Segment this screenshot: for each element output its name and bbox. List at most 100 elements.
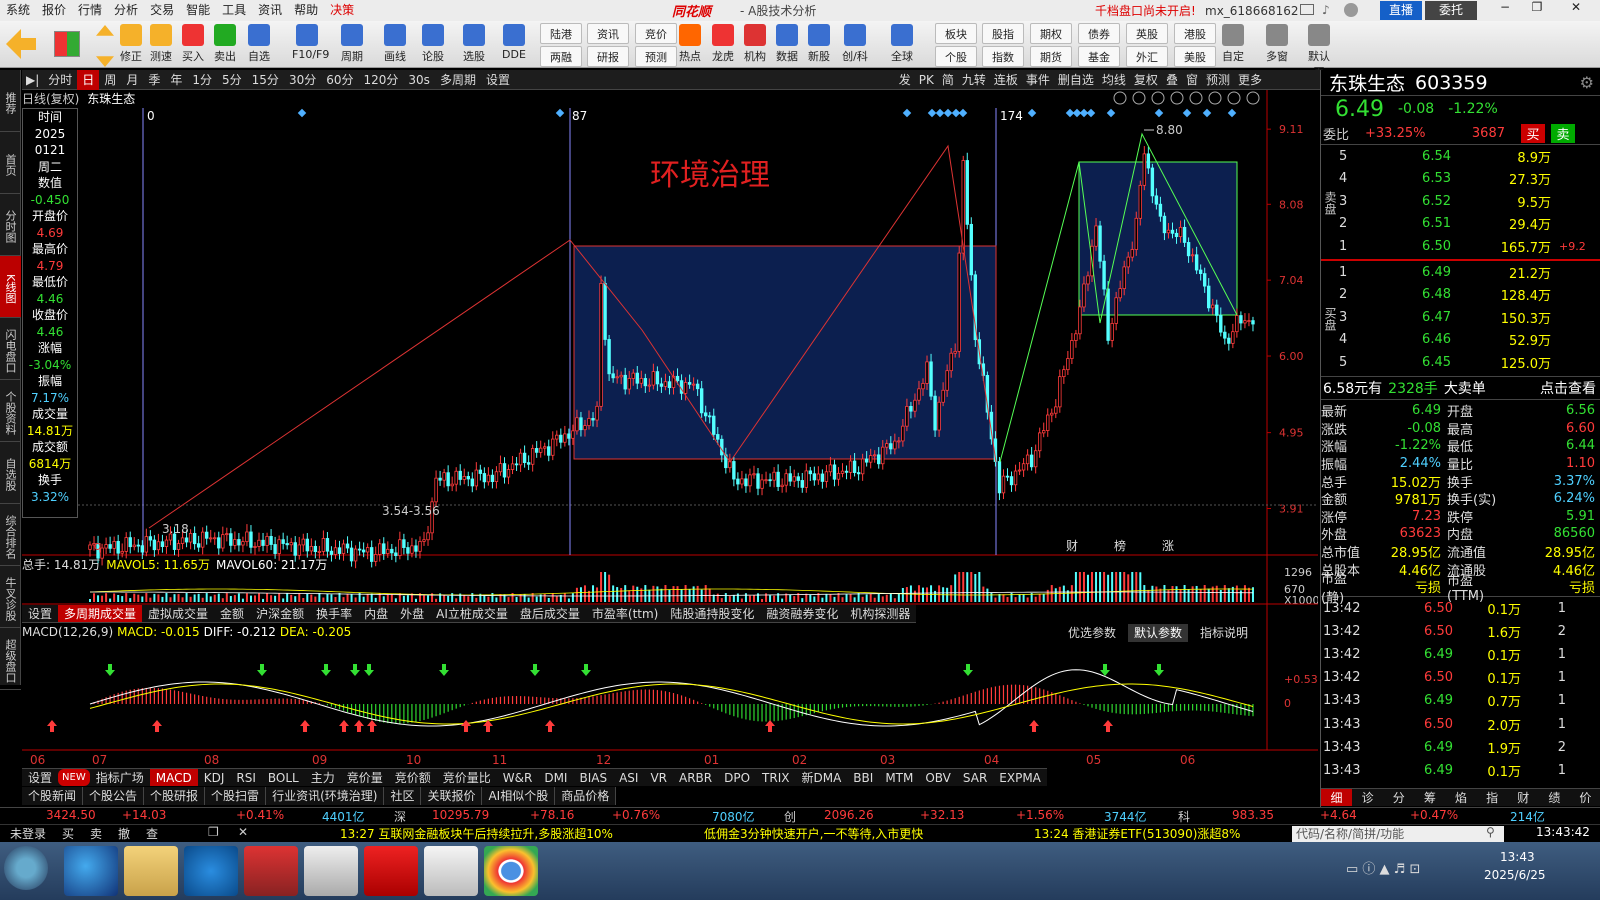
menu-item[interactable]: 交易 [144,0,180,21]
bottom-tab[interactable]: 个股研报 [144,787,206,805]
period-tab[interactable]: 分时 [43,70,77,90]
toolbar-grid-button[interactable]: 债券 [1078,23,1120,44]
left-nav-item[interactable]: K线图 [0,256,21,318]
toolbar-button[interactable]: 论股 [418,23,448,67]
chart-tool-button[interactable]: 简 [938,70,958,90]
close-button[interactable]: ✕ [1556,0,1596,21]
period-tab[interactable]: 15分 [247,70,284,90]
play-icon[interactable]: ▶| [22,73,43,87]
chart-tool-button[interactable]: 均线 [1098,70,1130,90]
account-name[interactable]: mx_618668162 [1205,4,1299,18]
indicator-tab[interactable]: 外盘 [394,605,430,622]
menu-item[interactable]: 工具 [216,0,252,21]
chart-tool-button[interactable]: 窗 [1182,70,1202,90]
left-nav-item[interactable]: 首页 [0,132,21,194]
indicator-button[interactable]: ASI [613,769,644,786]
toolbar-button[interactable]: 买入 [178,23,208,67]
toolbar-button[interactable]: DDE [499,23,529,67]
tray-icons[interactable]: ▭ ⓘ ▲ ♬ ⊡ [1346,858,1420,877]
bottom-tab[interactable]: 个股公告 [83,787,145,805]
period-tab[interactable]: 60分 [321,70,358,90]
period-tab[interactable]: 日 [77,69,100,90]
indicator-button[interactable]: BOLL [262,769,305,786]
indicator-tab[interactable]: 多周期成交量 [58,605,143,622]
user-icon[interactable] [1344,3,1358,17]
left-nav-item[interactable]: 牛叉诊股 [0,566,21,628]
ie-icon[interactable] [64,846,118,896]
left-nav-item[interactable]: 自选股 [0,442,21,504]
toolbar-button[interactable]: 画线 [380,23,410,67]
order-book-row[interactable]: 1 6.49 21.2万 [1339,261,1599,284]
chart-tool-button[interactable]: 九转 [958,70,990,90]
settings-gear-icon[interactable]: ⚙ [1580,73,1594,92]
menu-item[interactable]: 资讯 [252,0,288,21]
toolbar-grid-button[interactable]: 两融 [540,46,582,67]
up-arrow-icon[interactable] [96,25,114,36]
panel-tab[interactable]: 细 [1321,789,1353,806]
indicator-button[interactable]: NEW [58,769,90,786]
order-book-row[interactable]: 3 6.47 150.3万 [1339,306,1599,329]
minimize-button[interactable]: − [1490,0,1520,21]
toolbar-grid-button[interactable]: 研报 [587,46,629,67]
indicator-button[interactable]: SAR [957,769,993,786]
indicator-button[interactable]: VR [644,769,673,786]
cards-icon[interactable] [424,846,478,896]
indicator-tab[interactable]: 虚拟成交量 [142,605,214,622]
panel-tab[interactable]: 指 [1477,789,1508,806]
indicator-button[interactable]: BIAS [573,769,613,786]
folder-icon[interactable] [124,846,178,896]
toolbar-button[interactable]: 选股 [459,23,489,67]
chart-tool-button[interactable]: 连板 [990,70,1022,90]
toolbar-grid-button[interactable]: 基金 [1078,46,1120,67]
period-tab[interactable]: 周 [99,70,121,90]
toolbar-grid-button[interactable]: 个股 [935,46,977,67]
ticker-close-icon[interactable]: ✕ [238,825,248,839]
indicator-button[interactable]: 主力 [305,769,341,786]
period-tab[interactable]: 多周期 [435,70,481,90]
search-input[interactable]: 代码/名称/简拼/功能 [1292,826,1504,842]
layout-small-icon[interactable]: ❐ [208,825,219,839]
toolbar-button[interactable]: 周期 [337,23,367,67]
indicator-button[interactable]: TRIX [756,769,795,786]
toolbar-button[interactable]: 新股 [804,23,834,67]
period-tab[interactable]: 1分 [187,70,217,90]
chart-tool-button[interactable]: 预测 [1202,70,1234,90]
toolbar-grid-button[interactable]: 期权 [1030,23,1072,44]
indicator-button[interactable]: 新DMA [795,769,847,786]
period-tab[interactable]: 年 [165,70,187,90]
menu-item[interactable]: 智能 [180,0,216,21]
toolbar-button[interactable]: 龙虎 [708,23,738,67]
indicator-button[interactable]: KDJ [198,769,231,786]
buy-button[interactable]: 买 [1521,123,1545,143]
indicator-tab[interactable]: AI立桩成交量 [430,605,514,622]
bottom-tab[interactable]: 社区 [384,787,422,805]
bottom-tab[interactable]: 行业资讯(环境治理) [266,787,385,805]
start-button[interactable] [4,846,48,890]
indicator-tab[interactable]: 盘后成交量 [514,605,586,622]
panel-tab[interactable]: 诊 [1352,789,1383,806]
toolbar-button[interactable]: 修正 [116,23,146,67]
indicator-tab[interactable]: 融资融券变化 [760,605,844,622]
toolbar-grid-button[interactable]: 美股 [1174,46,1216,67]
chart-tool-button[interactable]: 发 [895,70,915,90]
toolbar-grid-button[interactable]: 陆港 [540,23,582,44]
left-nav-item[interactable]: 分时图 [0,194,21,256]
toolbar-grid-button[interactable]: 期货 [1030,46,1072,67]
school-icon[interactable] [244,846,298,896]
toolbar-button[interactable]: 默认页 [1304,23,1334,79]
toolbar-button[interactable]: 创/科 [840,23,870,67]
chrome-icon[interactable] [484,846,538,896]
indicator-button[interactable]: RSI [230,769,262,786]
chart-tool-button[interactable]: 复权 [1130,70,1162,90]
period-tab[interactable]: 30s [403,70,435,90]
order-book-row[interactable]: 5 6.54 8.9万 [1339,145,1599,168]
toolbar-grid-button[interactable]: 资讯 [587,23,629,44]
indicator-button[interactable]: DPO [718,769,756,786]
menu-item[interactable]: 行情 [72,0,108,21]
restore-button[interactable]: ❐ [1522,0,1552,21]
toolbar-button[interactable]: 自定 [1218,23,1248,67]
news-item-2[interactable]: 低佣金3分钟快速开户,一不等待,入市更快 [704,825,923,842]
toolbar-grid-button[interactable]: 板块 [935,23,977,44]
news-item-3[interactable]: 13:24 香港证券ETF(513090)涨超8% [1034,825,1240,842]
toolbar-button[interactable]: 全球 [887,23,917,67]
